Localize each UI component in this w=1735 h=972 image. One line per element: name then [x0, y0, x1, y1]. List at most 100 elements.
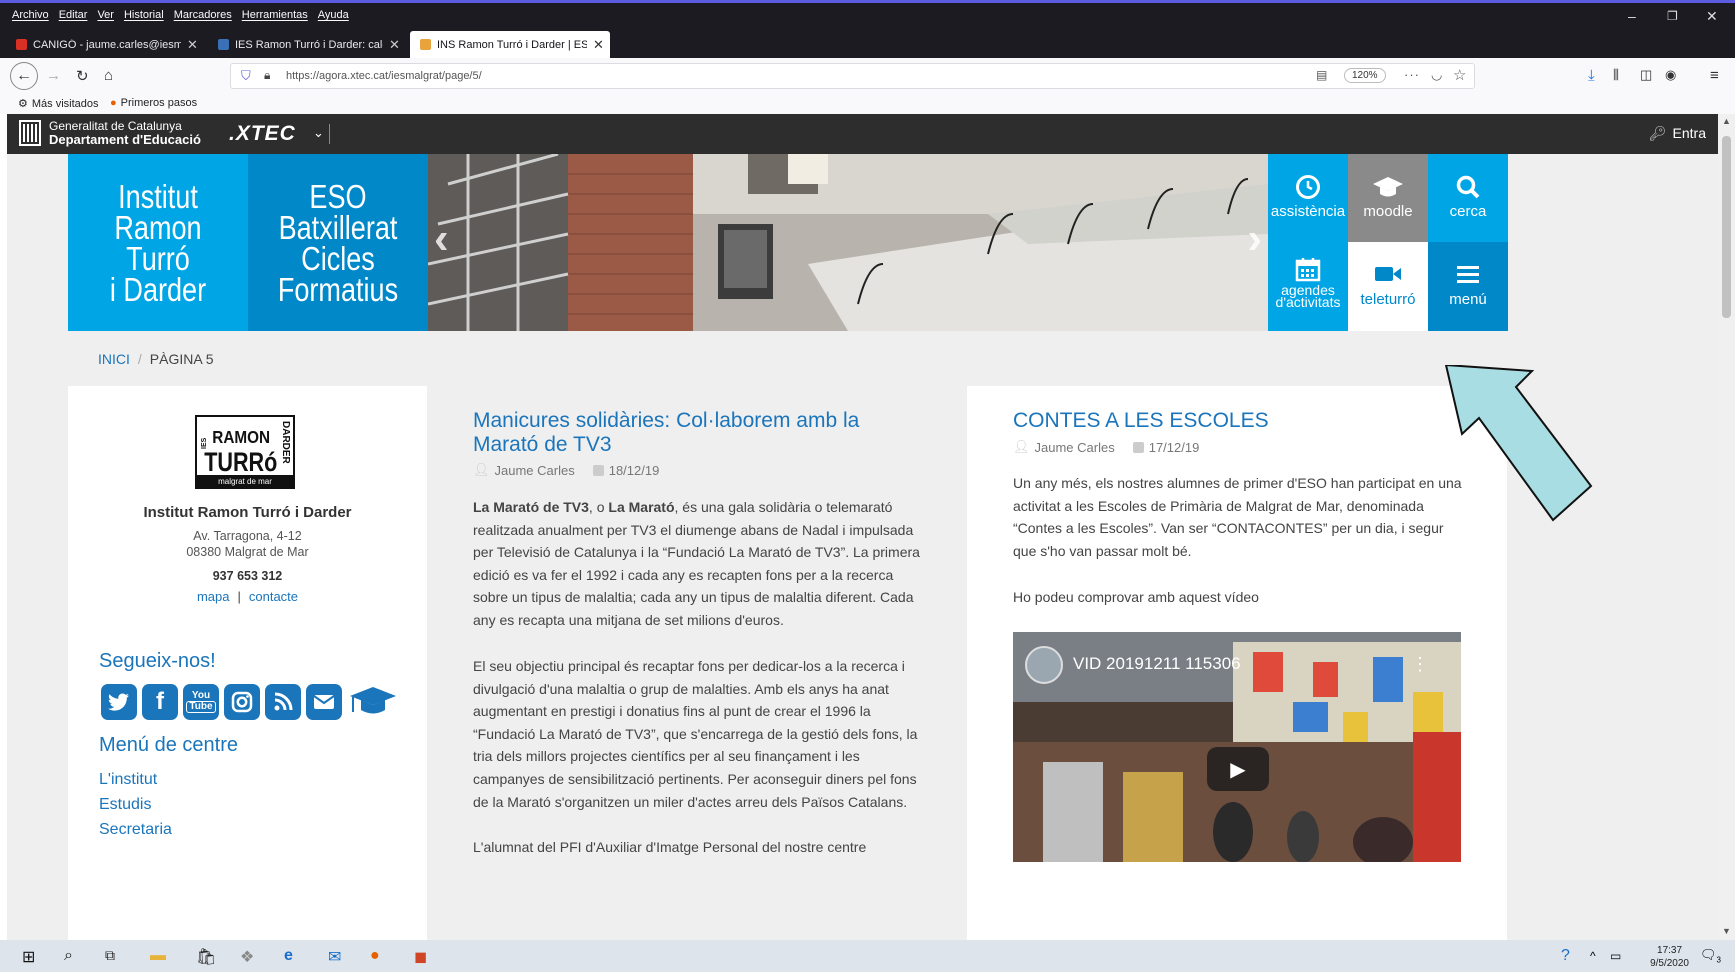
slide-next-icon[interactable]: ›	[1247, 214, 1262, 264]
hamburger-menu-icon[interactable]: ≡	[1710, 67, 1719, 84]
tab-canigo[interactable]: CANIGÓ - jaume.carles@iesma ✕	[6, 31, 204, 58]
scrollbar-thumb[interactable]	[1722, 136, 1731, 318]
page-actions-icon[interactable]: ···	[1404, 67, 1420, 82]
map-link[interactable]: mapa	[197, 589, 230, 604]
twitter-icon[interactable]	[101, 684, 137, 720]
menu-marcadores[interactable]: Marcadores	[174, 9, 232, 21]
bold-text: La Marató de TV3	[473, 499, 589, 515]
slide-prev-icon[interactable]: ‹	[434, 214, 449, 264]
chevron-down-icon[interactable]: ⌄	[313, 125, 324, 141]
menu-ver[interactable]: Ver	[97, 9, 114, 21]
forward-arrow-icon[interactable]: →	[46, 67, 61, 84]
reader-view-icon[interactable]: ▤	[1316, 68, 1327, 82]
shield-icon[interactable]: ⛉	[241, 68, 251, 84]
tile-teleturro[interactable]: teleturró	[1348, 242, 1428, 331]
bookmark-mas-visitados[interactable]: ⚙ Más visitados	[18, 97, 99, 111]
firefox-icon[interactable]: ●	[370, 947, 380, 965]
mail-icon[interactable]: ✉	[328, 947, 341, 967]
login-link[interactable]: 🔑︎ Entra	[1649, 125, 1706, 142]
contact-link[interactable]: contacte	[249, 589, 298, 604]
menu-historial[interactable]: Historial	[124, 9, 164, 21]
text: , és una gala solidària o telemarató rea…	[473, 499, 920, 628]
powerpoint-icon[interactable]: ◼	[414, 947, 427, 967]
menu-link-secretaria[interactable]: Secretaria	[99, 821, 172, 839]
annotation-arrow	[1444, 365, 1593, 522]
moodle-icon[interactable]	[347, 684, 397, 720]
tile-assistencia[interactable]: assistència	[1268, 154, 1348, 242]
studies-line: Formatius	[277, 270, 399, 308]
chevron-up-icon[interactable]: ^	[1590, 949, 1596, 963]
sidebar-icon[interactable]: ◫	[1640, 67, 1652, 83]
post-title[interactable]: Manicures solidàries: Col·laborem amb la…	[473, 409, 913, 457]
tab-bar: CANIGÓ - jaume.carles@iesma ✕ IES Ramon …	[0, 29, 1735, 81]
xtec-logo[interactable]: .XTEC	[229, 122, 296, 146]
text: , o	[588, 499, 609, 515]
tab-ins-ramon-turro[interactable]: INS Ramon Turró i Darder | ESO ✕	[410, 31, 610, 58]
url-text[interactable]: https://agora.xtec.cat/iesmalgrat/page/5…	[286, 70, 482, 82]
account-icon[interactable]: ◉	[1665, 67, 1676, 83]
youtube-icon[interactable]: You Tube	[183, 684, 219, 720]
dropbox-icon[interactable]: ❖	[240, 947, 254, 967]
school-title-block[interactable]: Institut Ramon Turró i Darder	[68, 154, 248, 331]
menu-link-institut[interactable]: L'institut	[99, 771, 157, 789]
menu-link-estudis[interactable]: Estudis	[99, 796, 151, 814]
tile-moodle[interactable]: moodle	[1348, 154, 1428, 242]
help-icon[interactable]: ?	[1561, 947, 1570, 965]
zoom-level-badge[interactable]: 120%	[1344, 68, 1386, 83]
menu-herramientas[interactable]: Herramientas	[242, 9, 308, 21]
lock-icon[interactable]: 🔒︎	[264, 68, 270, 83]
breadcrumb-home[interactable]: INICI	[98, 351, 130, 367]
menu-archivo[interactable]: Archivo	[12, 9, 49, 21]
notifications-icon[interactable]: 🗨︎3	[1700, 947, 1721, 965]
video-title[interactable]: VID 20191211 115306	[1073, 654, 1241, 674]
scroll-down-icon[interactable]: ▼	[1722, 926, 1731, 936]
edge-icon[interactable]: e	[284, 947, 293, 965]
close-tab-icon[interactable]: ✕	[593, 37, 604, 53]
post-contes: CONTES A LES ESCOLES 👤︎ Jaume Carles 17/…	[967, 386, 1507, 940]
calendar-icon	[1132, 441, 1144, 453]
post-author[interactable]: Jaume Carles	[495, 463, 575, 478]
close-tab-icon[interactable]: ✕	[389, 37, 400, 53]
network-icon[interactable]: ▭	[1610, 949, 1621, 963]
search-icon[interactable]: ⌕	[64, 947, 73, 965]
post-author[interactable]: Jaume Carles	[1035, 440, 1115, 455]
tile-cerca[interactable]: cerca	[1428, 154, 1508, 242]
back-arrow-icon[interactable]: ←	[10, 62, 38, 90]
play-icon[interactable]: ▶	[1207, 747, 1269, 791]
tile-agendes[interactable]: agendes d'activitats	[1268, 242, 1348, 331]
library-icon[interactable]: ⫼	[1613, 67, 1619, 83]
bookmark-primeros-pasos[interactable]: ● Primeros pasos	[110, 97, 197, 109]
facebook-icon[interactable]: f	[142, 684, 178, 720]
instagram-icon[interactable]	[224, 684, 260, 720]
scroll-up-icon[interactable]: ▲	[1722, 116, 1731, 126]
menu-ayuda[interactable]: Ayuda	[318, 9, 349, 21]
bookmark-star-icon[interactable]: ☆	[1453, 66, 1466, 84]
restore-icon[interactable]: ❐	[1667, 9, 1678, 23]
social-links: f You Tube	[101, 684, 397, 720]
task-view-icon[interactable]: ⧉	[105, 947, 115, 964]
school-logo[interactable]: IES RAMON TURRó DARDER malgrat de mar	[195, 415, 295, 489]
gencat-logo[interactable]: Generalitat de Catalunya Departament d'E…	[19, 120, 201, 146]
home-icon[interactable]: ⌂	[104, 67, 113, 84]
downloads-icon[interactable]: ⤓	[1588, 67, 1595, 84]
mail-icon[interactable]	[306, 684, 342, 720]
tab-calendar[interactable]: IES Ramon Turró i Darder: calen ✕	[208, 31, 406, 58]
file-explorer-icon[interactable]: ▬	[150, 947, 166, 965]
rss-icon[interactable]	[265, 684, 301, 720]
tile-menu[interactable]: menú	[1428, 242, 1508, 331]
address-bar[interactable]: ⛉ 🔒︎ https://agora.xtec.cat/iesmalgrat/p…	[230, 63, 1475, 89]
more-options-icon[interactable]: ⋮	[1411, 654, 1429, 675]
channel-avatar[interactable]	[1025, 646, 1063, 684]
vertical-scrollbar[interactable]: ▲ ▼	[1718, 114, 1735, 940]
pocket-icon[interactable]: ◡	[1431, 67, 1442, 83]
close-window-icon[interactable]: ✕	[1706, 8, 1718, 25]
system-clock[interactable]: 17:37 9/5/2020	[1650, 944, 1689, 970]
post-title[interactable]: CONTES A LES ESCOLES	[1013, 409, 1453, 433]
menu-editar[interactable]: Editar	[59, 9, 88, 21]
reload-icon[interactable]: ↻	[76, 67, 89, 85]
video-player[interactable]: VID 20191211 115306 ⋮ ▶	[1013, 632, 1461, 862]
store-icon[interactable]: 🛍︎	[196, 947, 216, 967]
close-tab-icon[interactable]: ✕	[187, 37, 198, 53]
windows-start-icon[interactable]: ⊞	[22, 947, 35, 967]
minimize-icon[interactable]: –	[1628, 8, 1636, 24]
